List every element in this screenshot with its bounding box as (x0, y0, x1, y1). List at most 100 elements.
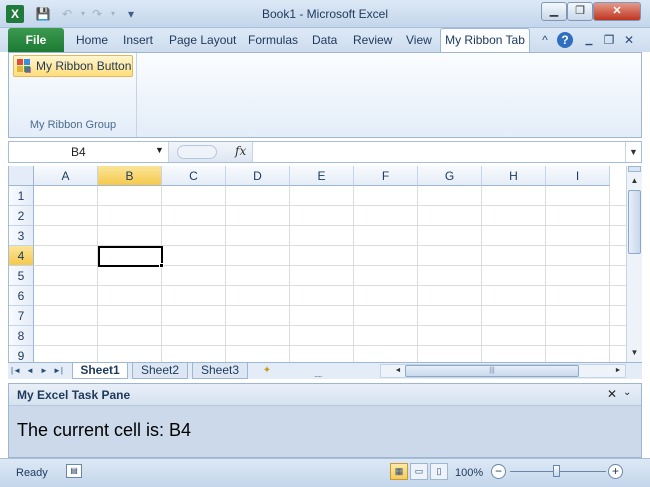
active-cell[interactable] (98, 246, 163, 267)
workbook-minimize-icon[interactable]: ▁ (580, 32, 598, 48)
name-box[interactable]: B4 (9, 142, 169, 162)
row-header-9[interactable]: 9 (9, 346, 34, 362)
my-ribbon-button[interactable]: My Ribbon Button (13, 55, 133, 77)
grid-column-line (289, 186, 290, 362)
first-sheet-icon[interactable]: |◄ (10, 365, 22, 377)
task-pane: My Excel Task Pane ✕ ⌄ The current cell … (8, 383, 642, 458)
grid-row-line (34, 285, 626, 286)
ribbon-group-label: My Ribbon Group (29, 119, 117, 131)
column-header-h[interactable]: H (482, 166, 546, 186)
zoom-out-icon[interactable]: − (491, 464, 506, 479)
workbook-restore-icon[interactable]: ❐ (600, 32, 618, 48)
sheet-tab-sheet1[interactable]: Sheet1 (72, 363, 128, 379)
ribbon-tab-row: File Home Insert Page Layout Formulas Da… (0, 28, 650, 53)
horizontal-scrollbar[interactable]: ◄ ||| ► (380, 364, 626, 378)
name-box-dropdown-icon[interactable]: ▼ (155, 145, 164, 155)
tab-insert[interactable]: Insert (123, 33, 153, 47)
sheet-tab-bar: |◄ ◄ ► ►| Sheet1 Sheet2 Sheet3 ✦ ..... ◄… (8, 362, 642, 379)
grid-row-line (34, 205, 626, 206)
next-sheet-icon[interactable]: ► (38, 365, 50, 377)
macro-recording-icon[interactable]: ▤ (66, 464, 82, 478)
page-break-view-icon[interactable]: ▯ (430, 463, 448, 480)
workbook-close-icon[interactable]: ✕ (620, 32, 638, 48)
zoom-level[interactable]: 100% (455, 467, 483, 479)
task-pane-title: My Excel Task Pane (17, 388, 131, 402)
row-header-8[interactable]: 8 (9, 326, 34, 346)
row-header-1[interactable]: 1 (9, 186, 34, 206)
zoom-slider-thumb[interactable] (553, 465, 560, 477)
tab-page-layout[interactable]: Page Layout (169, 33, 236, 47)
file-tab[interactable]: File (8, 28, 64, 52)
grid-column-line (353, 186, 354, 362)
insert-sheet-icon[interactable]: ✦ (258, 364, 276, 378)
formula-bar: B4 ▼ fx ▼ (8, 141, 642, 163)
vertical-split-handle[interactable] (628, 166, 641, 172)
row-header-3[interactable]: 3 (9, 226, 34, 246)
ribbon-panel: My Ribbon Button My Ribbon Group (8, 52, 642, 138)
prev-sheet-icon[interactable]: ◄ (24, 365, 36, 377)
scroll-up-icon[interactable]: ▲ (628, 174, 641, 188)
tab-review[interactable]: Review (353, 33, 392, 47)
expand-formula-bar-icon[interactable]: ▼ (625, 142, 641, 162)
column-header-f[interactable]: F (354, 166, 418, 186)
tab-split-handle[interactable]: ..... (314, 369, 322, 379)
scroll-right-icon[interactable]: ► (613, 365, 623, 377)
zoom-in-icon[interactable]: + (608, 464, 623, 479)
page-layout-view-icon[interactable]: ▭ (410, 463, 428, 480)
help-icon[interactable]: ? (557, 32, 573, 48)
column-header-i[interactable]: I (546, 166, 610, 186)
fill-handle[interactable] (159, 263, 164, 268)
restore-button[interactable]: ❐ (567, 2, 593, 21)
tab-my-ribbon[interactable]: My Ribbon Tab (440, 28, 530, 53)
sheet-tab-sheet3[interactable]: Sheet3 (192, 363, 248, 379)
status-bar: Ready ▤ ▦ ▭ ▯ 100% − + (0, 458, 650, 487)
tab-home[interactable]: Home (76, 33, 108, 47)
horizontal-scroll-thumb[interactable]: ||| (405, 365, 579, 377)
row-header-7[interactable]: 7 (9, 306, 34, 326)
title-bar: X 💾 ↶ ▾ ↷ ▾ ▾ Book1 - Microsoft Excel ▁ … (0, 0, 650, 28)
current-cell-message: The current cell is: B4 (17, 420, 192, 440)
status-ready: Ready (16, 467, 48, 479)
scroll-left-icon[interactable]: ◄ (393, 365, 403, 377)
grid-column-line (481, 186, 482, 362)
tab-formulas[interactable]: Formulas (248, 33, 298, 47)
task-pane-header: My Excel Task Pane ✕ ⌄ (9, 384, 641, 406)
ribbon-button-label: My Ribbon Button (36, 59, 132, 73)
sheet-tab-sheet2[interactable]: Sheet2 (132, 363, 188, 379)
ribbon-group: My Ribbon Button My Ribbon Group (9, 53, 137, 137)
grid-column-line (97, 186, 98, 362)
column-header-d[interactable]: D (226, 166, 290, 186)
insert-function-icon[interactable]: fx (235, 144, 246, 158)
column-header-g[interactable]: G (418, 166, 482, 186)
vertical-scrollbar[interactable]: ▲ ▼ (626, 166, 642, 362)
grid-column-line (417, 186, 418, 362)
grid-row-line (34, 325, 626, 326)
vertical-scroll-thumb[interactable] (628, 190, 641, 254)
row-header-5[interactable]: 5 (9, 266, 34, 286)
grid-row-line (34, 345, 626, 346)
tab-view[interactable]: View (406, 33, 432, 47)
column-header-c[interactable]: C (162, 166, 226, 186)
column-header-b[interactable]: B (98, 166, 162, 186)
grid-column-line (225, 186, 226, 362)
column-header-e[interactable]: E (290, 166, 354, 186)
worksheet-grid[interactable]: ABCDEFGHI 123456789 (8, 166, 626, 362)
collapse-ribbon-icon[interactable]: ^ (536, 32, 554, 48)
task-pane-close-icon[interactable]: ✕ (607, 387, 617, 401)
minimize-button[interactable]: ▁ (541, 2, 567, 21)
tab-data[interactable]: Data (312, 33, 337, 47)
normal-view-icon[interactable]: ▦ (390, 463, 408, 480)
last-sheet-icon[interactable]: ►| (52, 365, 64, 377)
task-pane-menu-icon[interactable]: ⌄ (623, 387, 631, 398)
row-header-2[interactable]: 2 (9, 206, 34, 226)
scroll-down-icon[interactable]: ▼ (628, 346, 641, 360)
formula-resize-handle[interactable] (177, 145, 217, 159)
close-button[interactable]: ✕ (593, 2, 641, 21)
row-header-6[interactable]: 6 (9, 286, 34, 306)
grid-row-line (34, 305, 626, 306)
column-header-a[interactable]: A (34, 166, 98, 186)
grid-column-line (161, 186, 162, 362)
select-all-corner[interactable] (9, 166, 34, 186)
row-header-4[interactable]: 4 (9, 246, 34, 266)
grid-row-line (34, 225, 626, 226)
